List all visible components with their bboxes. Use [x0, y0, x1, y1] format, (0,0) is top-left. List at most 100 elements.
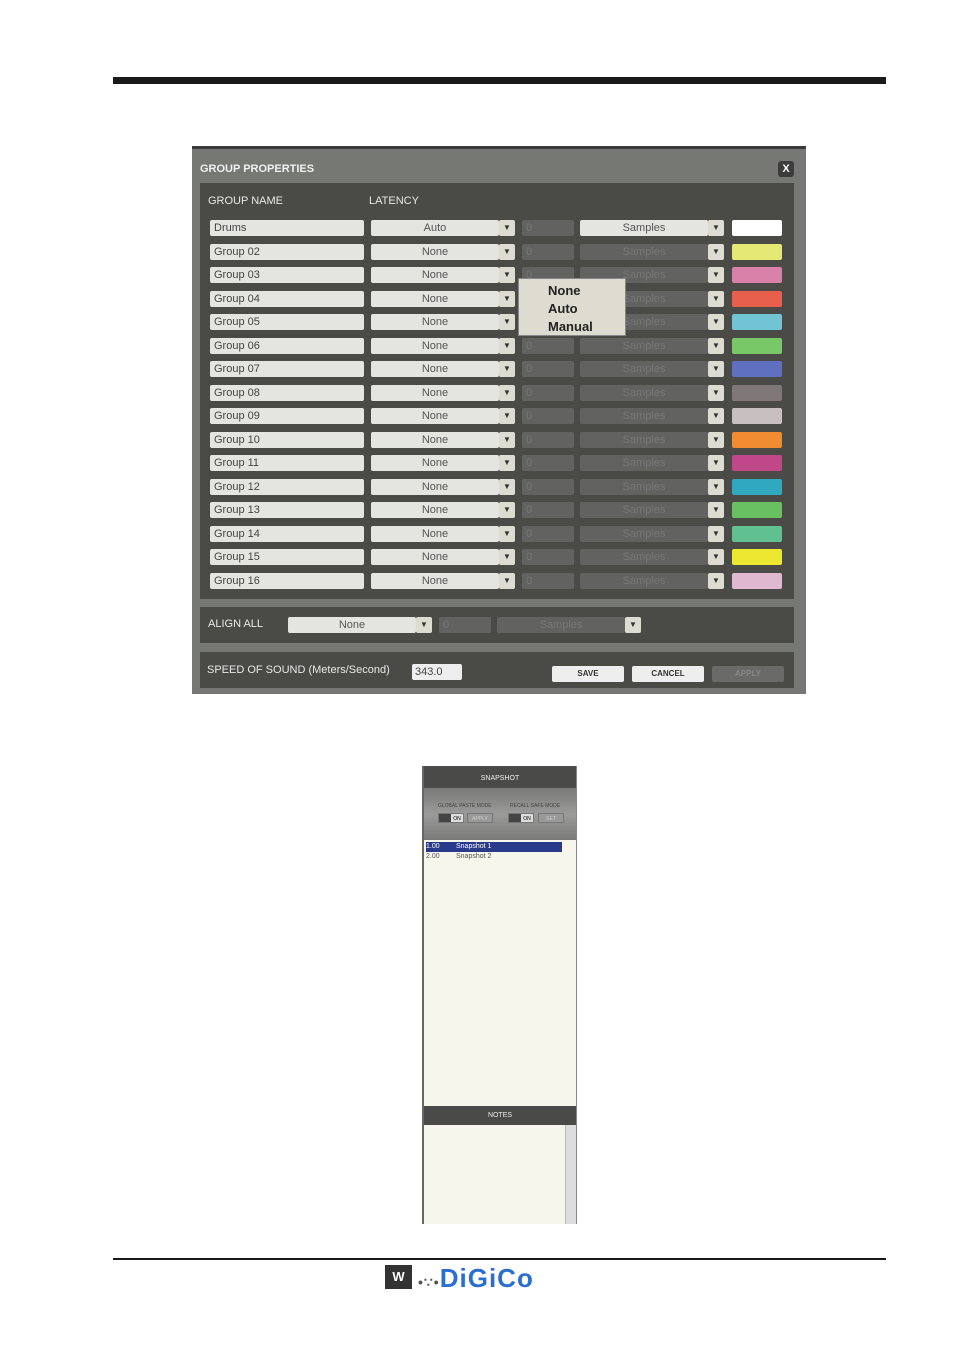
latency-value[interactable]: 0: [522, 220, 574, 236]
color-swatch[interactable]: [732, 455, 782, 471]
chevron-down-icon[interactable]: ▼: [708, 267, 724, 283]
color-swatch[interactable]: [732, 502, 782, 518]
close-button[interactable]: X: [778, 161, 794, 177]
latency-select[interactable]: None: [371, 431, 499, 448]
color-swatch[interactable]: [732, 431, 782, 448]
latency-value[interactable]: 0: [522, 361, 574, 377]
chevron-down-icon[interactable]: ▼: [499, 314, 515, 330]
latency-select[interactable]: None: [371, 502, 499, 518]
align-all-value[interactable]: 0: [439, 617, 491, 633]
latency-value[interactable]: 0: [522, 478, 574, 495]
latency-select[interactable]: None: [371, 290, 499, 307]
units-select[interactable]: Samples: [580, 220, 708, 236]
chevron-down-icon[interactable]: ▼: [708, 455, 724, 471]
cancel-button[interactable]: CANCEL: [632, 666, 704, 682]
align-all-units-select[interactable]: Samples: [497, 617, 625, 633]
group-name-input[interactable]: Group 05: [210, 314, 364, 330]
units-select[interactable]: Samples: [580, 408, 708, 424]
notes-scrollbar[interactable]: [565, 1125, 576, 1224]
latency-select[interactable]: None: [371, 478, 499, 495]
color-swatch[interactable]: [732, 478, 782, 495]
chevron-down-icon[interactable]: ▼: [499, 478, 515, 495]
global-paste-toggle[interactable]: ON: [438, 813, 464, 823]
color-swatch[interactable]: [732, 314, 782, 330]
units-select[interactable]: Samples: [580, 478, 708, 495]
chevron-down-icon[interactable]: ▼: [499, 267, 515, 283]
chevron-down-icon[interactable]: ▼: [708, 502, 724, 518]
latency-select[interactable]: Auto: [371, 220, 499, 236]
recall-safe-toggle[interactable]: ON: [508, 813, 534, 823]
group-name-input[interactable]: Group 04: [210, 290, 364, 307]
latency-select[interactable]: None: [371, 455, 499, 471]
latency-select[interactable]: None: [371, 337, 499, 354]
units-select[interactable]: Samples: [580, 525, 708, 542]
chevron-down-icon[interactable]: ▼: [499, 525, 515, 542]
chevron-down-icon[interactable]: ▼: [708, 572, 724, 589]
latency-select[interactable]: None: [371, 314, 499, 330]
latency-select[interactable]: None: [371, 384, 499, 401]
chevron-down-icon[interactable]: ▼: [708, 384, 724, 401]
chevron-down-icon[interactable]: ▼: [499, 455, 515, 471]
group-name-input[interactable]: Group 07: [210, 361, 364, 377]
group-name-input[interactable]: Group 02: [210, 243, 364, 260]
units-select[interactable]: Samples: [580, 455, 708, 471]
chevron-down-icon[interactable]: ▼: [416, 617, 432, 633]
latency-select[interactable]: None: [371, 549, 499, 565]
group-name-input[interactable]: Group 11: [210, 455, 364, 471]
chevron-down-icon[interactable]: ▼: [708, 361, 724, 377]
chevron-down-icon[interactable]: ▼: [708, 549, 724, 565]
chevron-down-icon[interactable]: ▼: [499, 431, 515, 448]
chevron-down-icon[interactable]: ▼: [708, 478, 724, 495]
units-select[interactable]: Samples: [580, 572, 708, 589]
latency-value[interactable]: 0: [522, 431, 574, 448]
group-name-input[interactable]: Group 13: [210, 502, 364, 518]
menu-item-manual[interactable]: Manual: [548, 318, 625, 336]
align-all-latency-select[interactable]: None: [288, 617, 416, 633]
units-select[interactable]: Samples: [580, 431, 708, 448]
group-name-input[interactable]: Group 06: [210, 337, 364, 354]
latency-value[interactable]: 0: [522, 572, 574, 589]
latency-value[interactable]: 0: [522, 243, 574, 260]
latency-value[interactable]: 0: [522, 455, 574, 471]
group-name-input[interactable]: Group 15: [210, 549, 364, 565]
units-select[interactable]: Samples: [580, 361, 708, 377]
snapshot-list-item[interactable]: 2.00 Snapshot 2: [426, 852, 562, 862]
group-name-input[interactable]: Group 14: [210, 525, 364, 542]
color-swatch[interactable]: [732, 361, 782, 377]
units-select[interactable]: Samples: [580, 549, 708, 565]
color-swatch[interactable]: [732, 549, 782, 565]
menu-item-none[interactable]: None: [548, 282, 625, 300]
chevron-down-icon[interactable]: ▼: [499, 361, 515, 377]
units-select[interactable]: Samples: [580, 384, 708, 401]
color-swatch[interactable]: [732, 525, 782, 542]
latency-select[interactable]: None: [371, 525, 499, 542]
set-button[interactable]: SET: [538, 813, 564, 823]
apply-button[interactable]: APPLY: [712, 666, 784, 682]
chevron-down-icon[interactable]: ▼: [708, 243, 724, 260]
color-swatch[interactable]: [732, 290, 782, 307]
chevron-down-icon[interactable]: ▼: [499, 502, 515, 518]
color-swatch[interactable]: [732, 337, 782, 354]
color-swatch[interactable]: [732, 220, 782, 236]
group-name-input[interactable]: Group 16: [210, 572, 364, 589]
chevron-down-icon[interactable]: ▼: [708, 290, 724, 307]
color-swatch[interactable]: [732, 243, 782, 260]
snapshot-list-item[interactable]: 1.00 Snapshot 1: [426, 842, 562, 852]
chevron-down-icon[interactable]: ▼: [708, 431, 724, 448]
group-name-input[interactable]: Group 09: [210, 408, 364, 424]
group-name-input[interactable]: Drums: [210, 220, 364, 236]
latency-value[interactable]: 0: [522, 384, 574, 401]
chevron-down-icon[interactable]: ▼: [499, 408, 515, 424]
chevron-down-icon[interactable]: ▼: [499, 337, 515, 354]
color-swatch[interactable]: [732, 267, 782, 283]
latency-select[interactable]: None: [371, 267, 499, 283]
chevron-down-icon[interactable]: ▼: [499, 220, 515, 236]
group-name-input[interactable]: Group 10: [210, 431, 364, 448]
chevron-down-icon[interactable]: ▼: [499, 243, 515, 260]
latency-value[interactable]: 0: [522, 549, 574, 565]
color-swatch[interactable]: [732, 384, 782, 401]
latency-select[interactable]: None: [371, 361, 499, 377]
chevron-down-icon[interactable]: ▼: [708, 525, 724, 542]
group-name-input[interactable]: Group 03: [210, 267, 364, 283]
latency-select[interactable]: None: [371, 408, 499, 424]
